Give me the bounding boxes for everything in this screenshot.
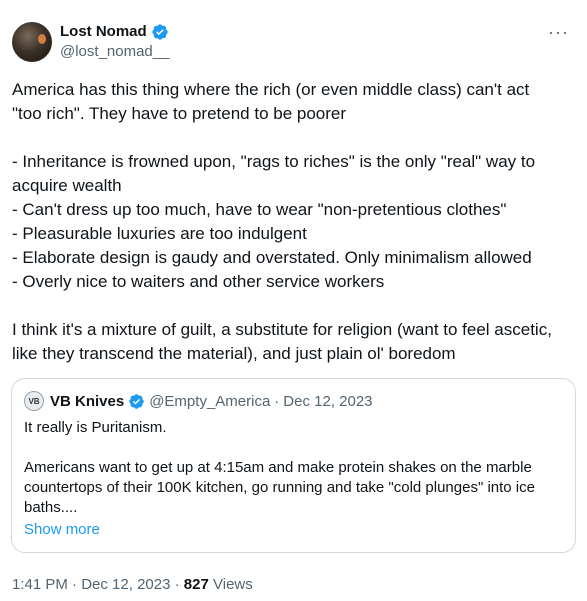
- quote-header: VB VB Knives @Empty_America · Dec 12, 20…: [24, 390, 563, 412]
- avatar[interactable]: [12, 22, 52, 62]
- tweet-line: America has this thing where the rich (o…: [12, 80, 530, 99]
- tweet-line: - Can't dress up too much, have to wear …: [12, 200, 507, 219]
- quote-text: It really is Puritanism. Americans want …: [24, 418, 563, 518]
- tweet-date[interactable]: Dec 12, 2023: [81, 576, 170, 593]
- quote-tweet[interactable]: VB VB Knives @Empty_America · Dec 12, 20…: [11, 378, 576, 553]
- quote-display-name[interactable]: VB Knives: [50, 393, 124, 410]
- tweet-footer: 1:41 PM · Dec 12, 2023 · 827 Views: [12, 575, 575, 595]
- tweet-line: I think it's a mixture of guilt, a subst…: [12, 320, 552, 339]
- author-handle[interactable]: @lost_nomad__: [60, 42, 169, 62]
- quote-verified-badge-icon: [128, 393, 145, 410]
- tweet-line: - Elaborate design is gaudy and overstat…: [12, 248, 532, 267]
- author-names: Lost Nomad @lost_nomad__: [60, 22, 169, 62]
- tweet-line: acquire wealth: [12, 176, 122, 195]
- quote-line: baths....: [24, 499, 78, 516]
- quote-line: It really is Puritanism.: [24, 419, 167, 436]
- quote-separator: ·: [274, 392, 280, 410]
- tweet-time[interactable]: 1:41 PM: [12, 576, 68, 593]
- quote-line: countertops of their 100K kitchen, go ru…: [24, 479, 535, 496]
- tweet-line: - Overly nice to waiters and other servi…: [12, 272, 385, 291]
- tweet-line: "too rich". They have to pretend to be p…: [12, 104, 347, 123]
- author-display-name[interactable]: Lost Nomad: [60, 22, 147, 42]
- tweet-line: - Pleasurable luxuries are too indulgent: [12, 224, 307, 243]
- footer-separator: ·: [174, 576, 180, 593]
- tweet-text: America has this thing where the rich (o…: [12, 78, 575, 366]
- views-label: Views: [213, 576, 253, 593]
- quote-avatar[interactable]: VB: [24, 391, 44, 411]
- quote-line: Americans want to get up at 4:15am and m…: [24, 459, 532, 476]
- tweet-line: - Inheritance is frowned upon, "rags to …: [12, 152, 536, 171]
- tweet: Lost Nomad @lost_nomad__ ··· America has…: [0, 0, 587, 601]
- tweet-line: like they transcend the material), and j…: [12, 344, 456, 363]
- tweet-header: Lost Nomad @lost_nomad__ ···: [12, 20, 575, 64]
- footer-separator: ·: [72, 576, 78, 593]
- more-options-icon[interactable]: ···: [548, 22, 569, 43]
- quote-handle[interactable]: @Empty_America: [149, 393, 270, 410]
- verified-badge-icon: [151, 23, 169, 41]
- views-count: 827: [183, 576, 209, 593]
- show-more-link[interactable]: Show more: [24, 520, 563, 540]
- quote-date[interactable]: Dec 12, 2023: [283, 393, 372, 410]
